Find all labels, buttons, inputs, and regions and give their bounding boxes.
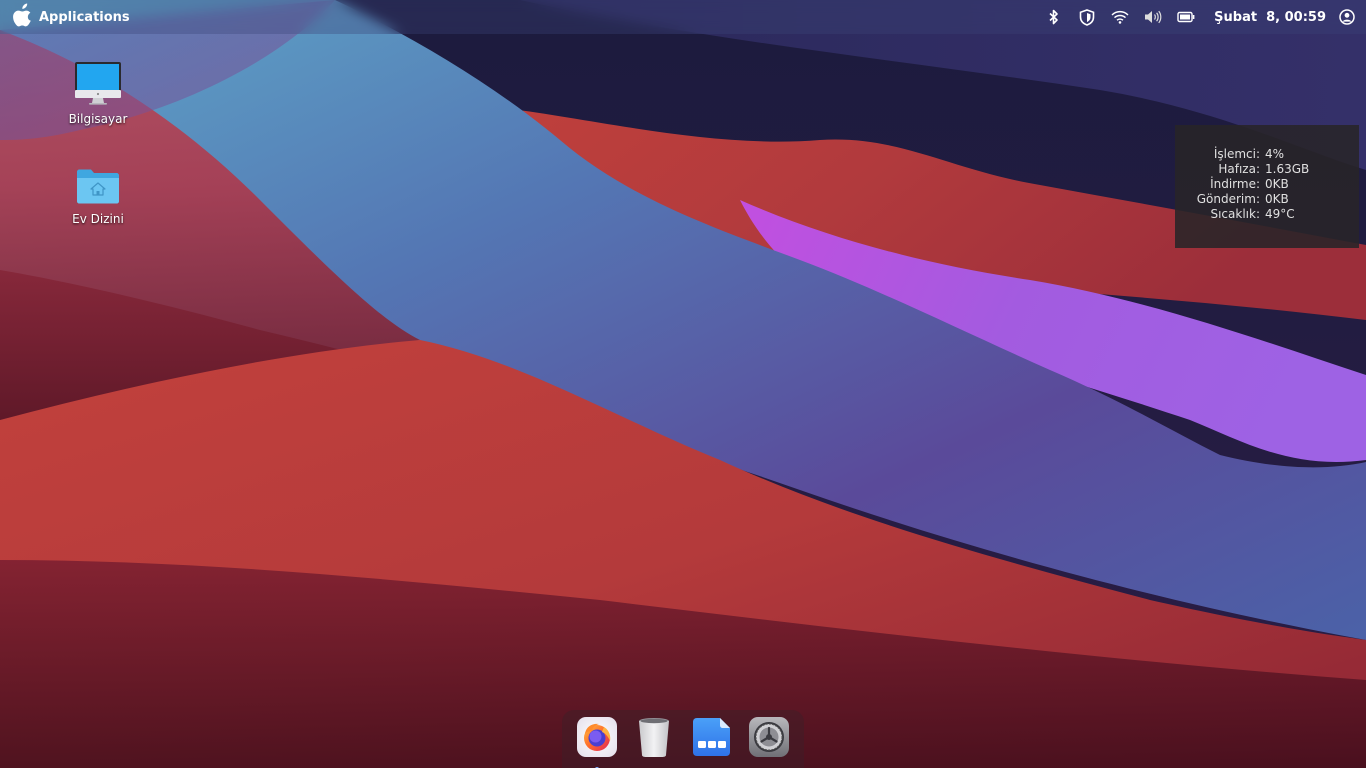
dock-item-file-manager[interactable]	[690, 717, 734, 761]
trash-icon	[636, 716, 672, 762]
sysmon-row-download: İndirme: 0KB	[1175, 177, 1359, 192]
dock-item-system-settings[interactable]	[747, 717, 791, 761]
home-folder-icon	[75, 156, 121, 206]
sysmon-row-memory: Hafıza: 1.63GB	[1175, 162, 1359, 177]
applications-label: Applications	[39, 9, 130, 25]
dock-item-firefox[interactable]	[575, 716, 619, 768]
system-settings-icon	[748, 716, 790, 762]
sysmon-key: Sıcaklık:	[1210, 207, 1260, 221]
applications-menu-button[interactable]: Applications	[12, 0, 130, 34]
sysmon-key: İşlemci:	[1213, 147, 1260, 161]
sysmon-value: 0KB	[1265, 192, 1289, 206]
desktop-icon-computer[interactable]: Bilgisayar	[48, 56, 148, 126]
wifi-icon[interactable]	[1103, 0, 1136, 34]
battery-icon[interactable]	[1169, 0, 1202, 34]
sysmon-value: 4%	[1265, 147, 1285, 161]
sysmon-key: Hafıza:	[1218, 162, 1260, 176]
desktop-icon-home-folder[interactable]: Ev Dizini	[48, 156, 148, 226]
firefox-icon	[576, 716, 618, 762]
sysmon-value: 49°C	[1265, 207, 1295, 221]
file-manager-icon	[691, 716, 733, 762]
sysmon-key: İndirme:	[1210, 177, 1260, 191]
clock[interactable]: Şubat 8, 00:59	[1202, 10, 1336, 25]
apple-logo-icon	[12, 3, 34, 31]
sysmon-value: 0KB	[1265, 177, 1289, 191]
sysmon-row-temperature: Sıcaklık: 49°C	[1175, 207, 1359, 222]
desktop-wallpaper	[0, 0, 1366, 768]
volume-icon[interactable]	[1136, 0, 1169, 34]
dock-item-trash[interactable]	[632, 717, 676, 761]
user-account-icon[interactable]	[1336, 0, 1358, 34]
computer-icon	[73, 56, 123, 106]
bluetooth-icon[interactable]	[1037, 0, 1070, 34]
sysmon-value: 1.63GB	[1265, 162, 1310, 176]
system-monitor-widget: İşlemci: 4% Hafıza: 1.63GB İndirme: 0KB …	[1175, 125, 1359, 248]
dock	[562, 710, 804, 768]
sysmon-row-cpu: İşlemci: 4%	[1175, 147, 1359, 162]
shield-icon[interactable]	[1070, 0, 1103, 34]
desktop-icon-label: Bilgisayar	[68, 112, 128, 126]
sysmon-key: Gönderim:	[1196, 192, 1260, 206]
sysmon-row-upload: Gönderim: 0KB	[1175, 192, 1359, 207]
top-panel: Applications Şubat 8, 00:59	[0, 0, 1366, 34]
desktop-icon-label: Ev Dizini	[72, 212, 124, 226]
